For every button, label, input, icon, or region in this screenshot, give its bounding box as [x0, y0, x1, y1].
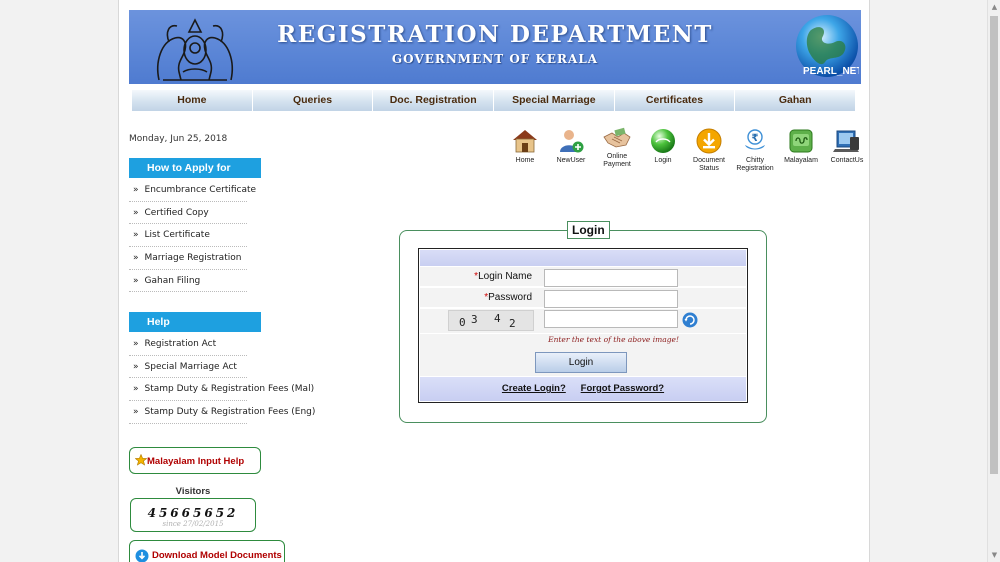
quick-link-malayalam[interactable]: Malayalam [778, 127, 824, 177]
nav-item-queries[interactable]: Queries [252, 90, 374, 111]
login-form-header [420, 250, 746, 266]
nav-item-certificates[interactable]: Certificates [614, 90, 736, 111]
visitors-label: Visitors [175, 486, 211, 497]
banner-subtitle: GOVERNMENT OF KERALA [391, 52, 599, 66]
captcha-input[interactable] [544, 310, 678, 328]
create-login-link[interactable]: Create Login? [502, 383, 566, 394]
password-row: *Password [420, 288, 746, 308]
login-legend: Login [567, 221, 610, 239]
page-scrollbar[interactable]: ▲ ▼ [987, 0, 1000, 562]
malayalam-input-help-button[interactable]: Malayalam Input Help [129, 447, 261, 474]
visitor-counter: 45665652 since 27/02/2015 [130, 498, 256, 532]
current-date: Monday, Jun 25, 2018 [129, 134, 228, 144]
link-stamp-duty-eng[interactable]: » Stamp Duty & Registration Fees (Eng) [129, 401, 315, 424]
quick-link-new-user[interactable]: NewUser [548, 127, 594, 177]
pearl-logo-text: PEARL_NET [803, 66, 859, 77]
quick-link-login[interactable]: Login [640, 127, 686, 177]
login-name-label: *Login Name [474, 271, 532, 282]
login-name-input[interactable] [544, 269, 678, 287]
house-icon [513, 130, 537, 153]
quick-link-chitty-registration[interactable]: ₹ Chitty Registration [732, 127, 778, 177]
quick-links-toolbar: Home NewUser Online Payment Login Docume… [502, 127, 870, 177]
header-banner: REGISTRATION DEPARTMENT GOVERNMENT OF KE… [129, 10, 861, 84]
malayalam-input-help-label: Malayalam Input Help [147, 456, 245, 467]
rupee-hands-icon: ₹ [745, 129, 765, 150]
download-icon [135, 549, 149, 562]
scroll-down-arrow-icon[interactable]: ▼ [988, 548, 1000, 562]
link-gahan-filing[interactable]: » Gahan Filing [129, 270, 247, 293]
visitor-count: 45665652 [147, 506, 239, 520]
visitor-since: since 27/02/2015 [162, 520, 224, 528]
nav-item-special-marriage[interactable]: Special Marriage [494, 90, 615, 111]
nav-item-gahan[interactable]: Gahan [735, 90, 857, 111]
link-stamp-duty-mal[interactable]: » Stamp Duty & Registration Fees (Mal) [129, 378, 314, 402]
contact-icon [833, 130, 859, 152]
login-submit-button[interactable]: Login [535, 352, 627, 373]
nav-item-doc-registration[interactable]: Doc. Registration [373, 90, 495, 111]
download-status-icon [696, 128, 722, 154]
quick-link-contact-us[interactable]: ContactUs [824, 127, 870, 177]
pearl-globe-logo: PEARL_NET [796, 15, 859, 77]
quick-link-home[interactable]: Home [502, 127, 548, 177]
scrollbar-thumb[interactable] [990, 16, 998, 474]
how-to-apply-list: » Encumbrance Certificate » Certified Copy… [129, 179, 256, 293]
link-encumbrance-certificate[interactable]: » Encumbrance Certificate [129, 179, 256, 202]
link-marriage-registration[interactable]: » Marriage Registration [129, 247, 247, 270]
login-form-footer: Create Login? Forgot Password? [420, 377, 746, 401]
page-container: REGISTRATION DEPARTMENT GOVERNMENT OF KE… [118, 0, 870, 562]
password-input[interactable] [544, 290, 678, 308]
forgot-password-link[interactable]: Forgot Password? [581, 383, 664, 394]
login-orb-icon [651, 129, 675, 153]
captcha-hint: Enter the text of the above image! [420, 334, 746, 346]
malayalam-icon [789, 129, 813, 153]
refresh-captcha-icon[interactable] [682, 312, 698, 328]
svg-text:₹: ₹ [752, 133, 759, 144]
password-label: *Password [484, 292, 532, 303]
nav-item-home[interactable]: Home [132, 90, 253, 111]
login-form: *Login Name *Password 0 3 4 2 Enter the … [418, 248, 748, 403]
new-user-icon [560, 130, 584, 153]
quick-link-online-payment[interactable]: Online Payment [594, 127, 640, 177]
login-name-row: *Login Name [420, 267, 746, 287]
captcha-row: 0 3 4 2 [420, 309, 746, 334]
download-model-documents-button[interactable]: Download Model Documents [129, 540, 285, 562]
link-certified-copy[interactable]: » Certified Copy [129, 202, 247, 225]
help-list: » Registration Act » Special Marriage Act … [129, 333, 315, 424]
link-special-marriage-act[interactable]: » Special Marriage Act [129, 356, 247, 379]
help-heading: Help [129, 312, 261, 332]
handshake-icon [603, 127, 631, 148]
download-model-documents-label: Download Model Documents [152, 550, 282, 561]
quick-link-document-status[interactable]: Document Status [686, 127, 732, 177]
star-icon [134, 453, 148, 466]
captcha-image: 0 3 4 2 [448, 310, 534, 331]
link-registration-act[interactable]: » Registration Act [129, 333, 247, 356]
main-nav: Home Queries Doc. Registration Special M… [132, 90, 857, 111]
scroll-up-arrow-icon[interactable]: ▲ [988, 0, 1000, 14]
banner-title: REGISTRATION DEPARTMENT [277, 21, 713, 48]
how-to-apply-heading: How to Apply for [129, 158, 261, 178]
link-list-certificate[interactable]: » List Certificate [129, 224, 247, 248]
